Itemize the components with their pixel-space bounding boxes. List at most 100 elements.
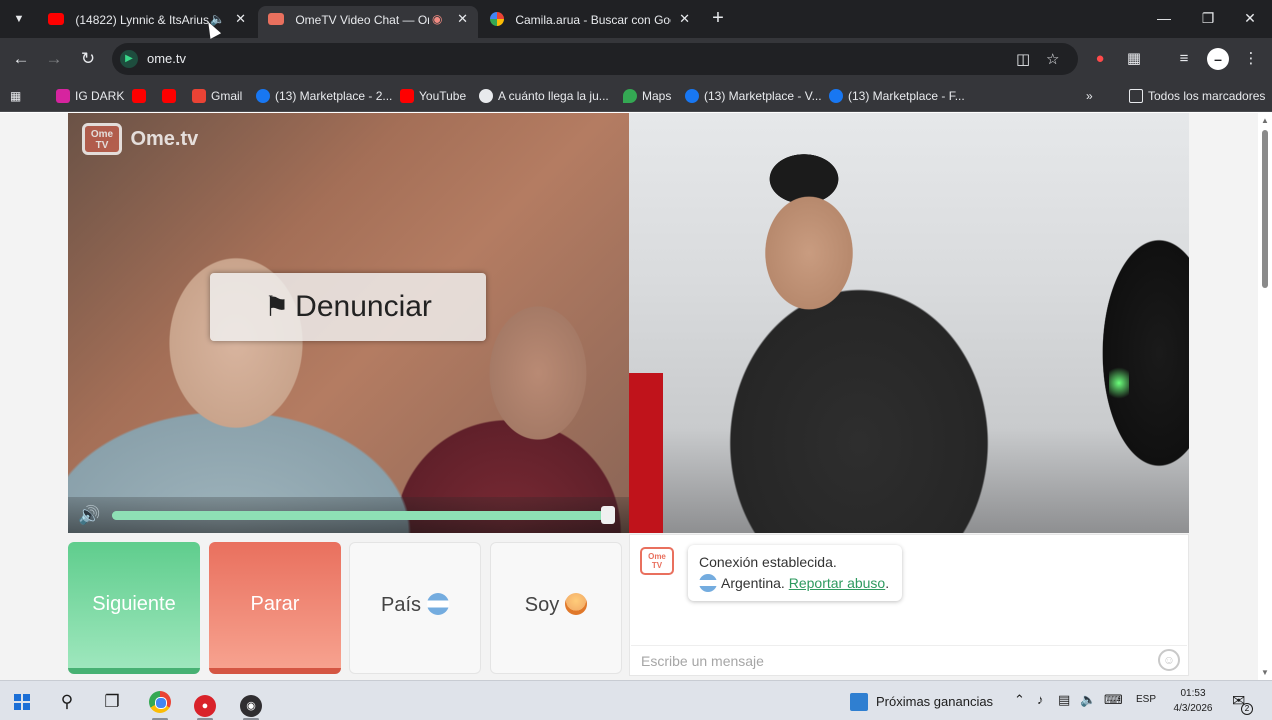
- instagram-icon: [56, 88, 70, 103]
- browser-toolbar: ← → ↻ ▶ ome.tv ◫ ☆ ● ▦ ≡ – ⋮: [0, 38, 1272, 80]
- bookmark-youtube-2[interactable]: [162, 86, 181, 106]
- address-bar[interactable]: ▶ ome.tv ◫ ☆: [112, 43, 1078, 75]
- bookmark-marketplace-2[interactable]: (13) Marketplace - 2...: [256, 86, 392, 106]
- close-tab-icon[interactable]: ✕: [235, 6, 246, 32]
- youtube-icon: [132, 88, 146, 103]
- tab-title: OmeTV Video Chat — Ome: [295, 12, 430, 27]
- media-controls-icon[interactable]: ≡: [1173, 48, 1195, 70]
- tab-search-chevron-icon[interactable]: ▼: [8, 8, 30, 30]
- next-button[interactable]: Siguiente: [68, 542, 200, 674]
- tab-youtube[interactable]: (14822) Lynnic & ItsArius ft. 🔈 ✕: [38, 6, 256, 38]
- new-tab-button[interactable]: +: [708, 6, 728, 32]
- minimize-icon[interactable]: —: [1144, 4, 1184, 32]
- bookmark-ig-dark[interactable]: IG DARK: [56, 86, 124, 106]
- bookmark-maps[interactable]: Maps: [623, 86, 671, 106]
- chrome-taskbar-button[interactable]: [147, 689, 173, 715]
- bookmark-youtube-1[interactable]: [132, 86, 151, 106]
- bookmark-label: (13) Marketplace - F...: [848, 89, 965, 103]
- message-input-row: ☺: [631, 645, 1187, 675]
- forward-button[interactable]: →: [42, 47, 66, 71]
- close-tab-icon[interactable]: ✕: [457, 6, 468, 32]
- install-app-icon[interactable]: ◫: [1016, 50, 1030, 68]
- clock-time: 01:53: [1180, 688, 1206, 699]
- speaker-volume-icon[interactable]: 🔊: [78, 505, 100, 526]
- close-tab-icon[interactable]: ✕: [679, 6, 690, 32]
- bookmark-marketplace-f[interactable]: (13) Marketplace - F...: [829, 86, 965, 106]
- network-icon[interactable]: ▤: [1058, 692, 1070, 708]
- tab-google-search[interactable]: Camila.arua - Buscar con Goog ✕: [480, 6, 700, 38]
- close-window-icon[interactable]: ✕: [1230, 4, 1270, 32]
- scroll-down-arrow-icon[interactable]: ▼: [1261, 668, 1269, 677]
- facebook-icon: [256, 88, 270, 103]
- bookmark-label: IG DARK: [75, 89, 125, 103]
- reload-button[interactable]: ↻: [76, 47, 100, 71]
- volume-tray-icon[interactable]: 🔈: [1080, 692, 1096, 708]
- country-message: Argentina. Reportar abuso.: [699, 574, 889, 593]
- globe-icon: [479, 88, 493, 103]
- facebook-icon: [829, 88, 843, 103]
- country-name: Argentina.: [721, 575, 785, 591]
- bookmark-a-cuanto[interactable]: A cuánto llega la ju...: [479, 86, 609, 106]
- emoji-smile-icon[interactable]: ☺: [1158, 649, 1180, 671]
- extensions-puzzle-icon[interactable]: ▦: [1123, 48, 1145, 70]
- start-button[interactable]: [9, 689, 35, 715]
- menu-kebab-icon[interactable]: ⋮: [1240, 48, 1262, 70]
- volume-fill: [112, 511, 604, 520]
- site-info-icon[interactable]: ▶: [120, 50, 138, 68]
- report-button[interactable]: ⚑ Denunciar: [210, 273, 486, 341]
- bookmarks-bar: ▦ IG DARK Gmail (13) Marketplace - 2... …: [0, 80, 1272, 112]
- flag-icon: ⚑: [264, 291, 290, 322]
- red-app-taskbar-button[interactable]: ●: [192, 689, 218, 717]
- volume-knob[interactable]: [601, 506, 615, 524]
- bookmark-youtube[interactable]: YouTube: [400, 86, 466, 106]
- volume-slider[interactable]: [112, 511, 608, 520]
- search-icon[interactable]: ⚲: [54, 689, 80, 715]
- restore-icon[interactable]: ❐: [1188, 4, 1228, 32]
- system-clock[interactable]: 01:53 4/3/2026: [1168, 686, 1218, 716]
- bookmark-label: Maps: [642, 89, 672, 103]
- tab-title: Camila.arua - Buscar con Goog: [515, 12, 672, 27]
- scroll-thumb[interactable]: [1262, 130, 1268, 288]
- extension-red-icon[interactable]: ●: [1089, 48, 1111, 70]
- gaming-chair: [629, 373, 663, 533]
- watermark-text: Ome.tv: [130, 127, 199, 150]
- ometv-watermark: Ome TV Ome.tv: [82, 123, 198, 161]
- earnings-widget[interactable]: Próximas ganancias: [850, 691, 993, 713]
- connection-message: Conexión establecida.: [699, 554, 837, 570]
- argentina-flag-icon: [427, 592, 450, 615]
- tray-chevron-icon[interactable]: ⌃: [1014, 692, 1025, 708]
- country-button[interactable]: País: [349, 542, 481, 674]
- chart-icon: [850, 692, 868, 711]
- task-view-icon[interactable]: ❐: [99, 689, 125, 715]
- scroll-up-arrow-icon[interactable]: ▲: [1261, 116, 1269, 125]
- bookmark-gmail[interactable]: Gmail: [192, 86, 242, 106]
- recording-icon: ◉: [432, 12, 443, 26]
- input-language[interactable]: ESP: [1136, 694, 1156, 705]
- keyboard-icon[interactable]: ⌨: [1104, 692, 1123, 708]
- gender-button[interactable]: Soy: [490, 542, 622, 674]
- tab-ometv[interactable]: OmeTV Video Chat — Ome ◉ ✕: [258, 6, 478, 38]
- bookmark-star-icon[interactable]: ☆: [1046, 50, 1059, 68]
- message-input[interactable]: [641, 650, 1141, 672]
- all-bookmarks-folder[interactable]: Todos los marcadores: [1129, 86, 1265, 106]
- profile-avatar[interactable]: –: [1207, 48, 1229, 70]
- obs-taskbar-button[interactable]: ◉: [238, 689, 264, 717]
- boy-face-icon: [565, 592, 588, 615]
- clock-date: 4/3/2026: [1173, 703, 1213, 714]
- volume-bar: 🔊: [68, 497, 629, 533]
- report-abuse-link[interactable]: Reportar abuso: [789, 575, 886, 591]
- youtube-icon: [400, 88, 414, 103]
- notification-count: 2: [1241, 703, 1253, 715]
- microphone-icon[interactable]: ♪: [1037, 692, 1044, 707]
- apps-grid-icon[interactable]: ▦: [10, 86, 21, 106]
- bookmark-label: (13) Marketplace - V...: [704, 89, 822, 103]
- more-bookmarks-chevron-icon[interactable]: »: [1086, 86, 1093, 106]
- stop-button[interactable]: Parar: [209, 542, 341, 674]
- bookmark-label: (13) Marketplace - 2...: [275, 89, 393, 103]
- bookmark-marketplace-v[interactable]: (13) Marketplace - V...: [685, 86, 822, 106]
- bookmark-label: Gmail: [211, 89, 243, 103]
- url-text[interactable]: ome.tv: [147, 51, 186, 66]
- back-button[interactable]: ←: [9, 47, 33, 71]
- gender-label: Soy: [524, 594, 560, 616]
- widget-label: Próximas ganancias: [876, 694, 994, 709]
